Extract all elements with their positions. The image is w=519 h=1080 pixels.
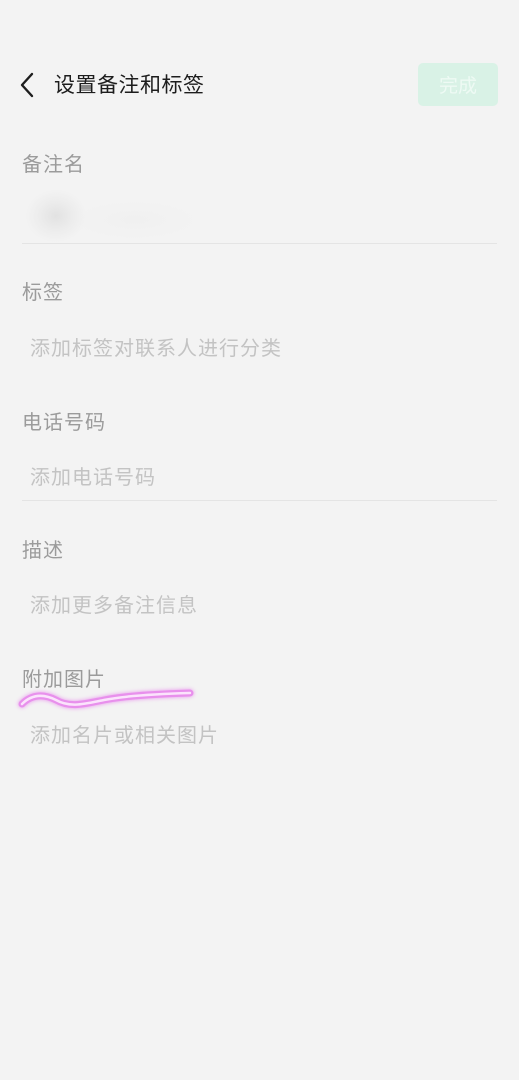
description-label: 描述 bbox=[22, 538, 64, 562]
tags-label: 标签 bbox=[22, 280, 64, 304]
remark-value-blur-trail bbox=[70, 200, 200, 240]
phone-divider bbox=[22, 500, 497, 501]
chevron-left-icon bbox=[20, 72, 34, 98]
phone-input[interactable]: 添加电话号码 bbox=[30, 463, 156, 491]
phone-label: 电话号码 bbox=[22, 410, 106, 434]
tags-input[interactable]: 添加标签对联系人进行分类 bbox=[30, 334, 282, 362]
add-image-button[interactable]: 添加名片或相关图片 bbox=[30, 721, 219, 749]
description-input[interactable]: 添加更多备注信息 bbox=[30, 591, 198, 619]
top-bar: 设置备注和标签 完成 bbox=[0, 56, 519, 114]
remark-label: 备注名 bbox=[22, 152, 85, 176]
remark-input[interactable] bbox=[22, 186, 497, 242]
highlight-marker-stroke bbox=[18, 689, 194, 709]
page-title: 设置备注和标签 bbox=[54, 73, 205, 97]
remark-divider bbox=[22, 243, 497, 244]
back-button[interactable] bbox=[12, 68, 42, 102]
done-button[interactable]: 完成 bbox=[418, 63, 498, 106]
